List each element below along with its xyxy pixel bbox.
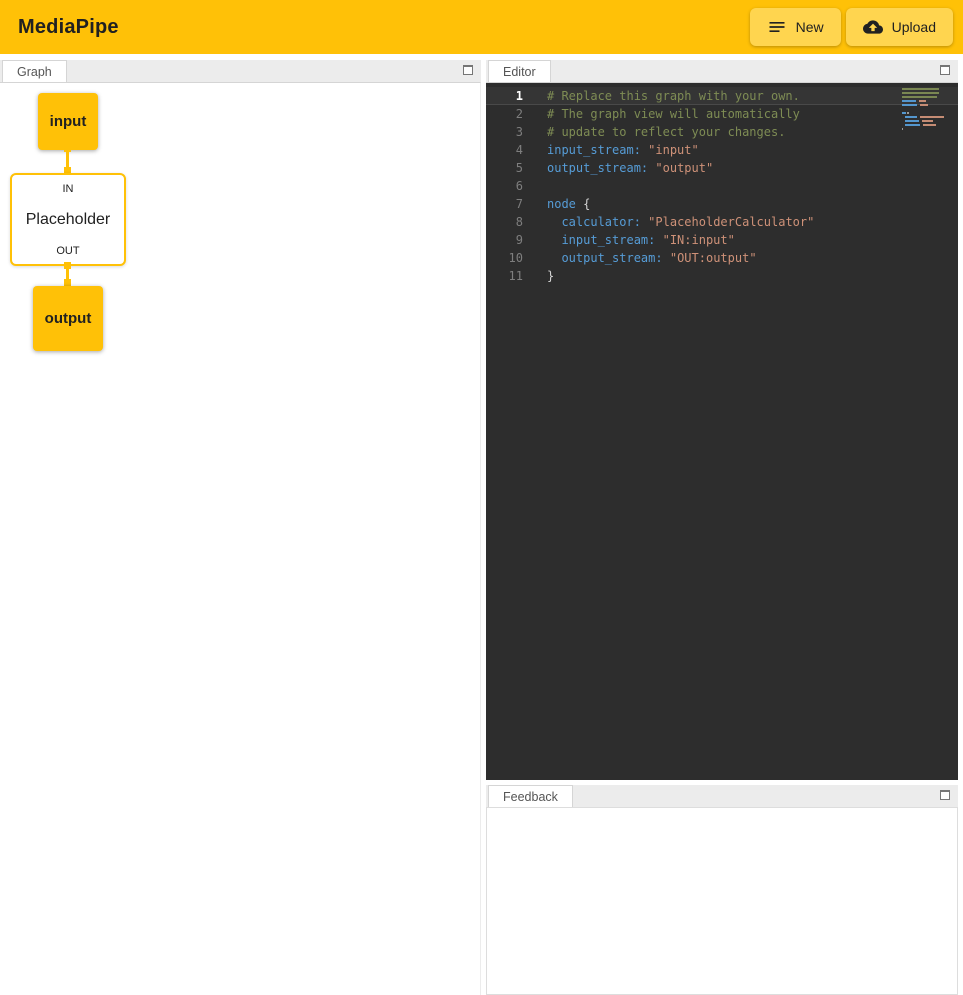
new-button[interactable]: New bbox=[750, 8, 841, 46]
graph-canvas[interactable]: input IN Placeholder OUT output bbox=[0, 82, 481, 995]
feedback-tabbar: Feedback bbox=[486, 785, 958, 807]
graph-tabbar: Graph bbox=[0, 60, 481, 82]
header-buttons: New Upload bbox=[750, 8, 953, 46]
tab-editor[interactable]: Editor bbox=[488, 60, 551, 82]
line-number: 5 bbox=[486, 159, 523, 177]
app-title: MediaPipe bbox=[18, 16, 119, 39]
line-number: 10 bbox=[486, 249, 523, 267]
code-editor[interactable]: 1# Replace this graph with your own.2# T… bbox=[486, 82, 958, 780]
line-number: 9 bbox=[486, 231, 523, 249]
tab-editor-label: Editor bbox=[503, 65, 536, 79]
notes-icon bbox=[767, 17, 787, 37]
line-number: 2 bbox=[486, 105, 523, 123]
feedback-panel: Feedback bbox=[486, 785, 958, 995]
line-number: 3 bbox=[486, 123, 523, 141]
line-number: 6 bbox=[486, 177, 523, 195]
editor-tabbar: Editor bbox=[486, 60, 958, 82]
code-line[interactable]: 6 bbox=[486, 177, 958, 195]
graph-node-output[interactable]: output bbox=[33, 286, 103, 351]
graph-node-placeholder[interactable]: IN Placeholder OUT bbox=[10, 173, 126, 266]
popout-icon[interactable] bbox=[940, 790, 950, 800]
upload-button-label: Upload bbox=[892, 19, 936, 35]
upload-button[interactable]: Upload bbox=[846, 8, 953, 46]
line-number: 8 bbox=[486, 213, 523, 231]
cloud-upload-icon bbox=[863, 17, 883, 37]
tab-graph-label: Graph bbox=[17, 65, 52, 79]
code-line[interactable]: 1# Replace this graph with your own. bbox=[486, 87, 958, 105]
placeholder-node-label: Placeholder bbox=[26, 211, 111, 229]
edge-connector-dot bbox=[64, 279, 71, 286]
tab-feedback-label: Feedback bbox=[503, 790, 558, 804]
code-line[interactable]: 8 calculator: "PlaceholderCalculator" bbox=[486, 213, 958, 231]
popout-icon[interactable] bbox=[463, 65, 473, 75]
graph-panel: Graph input IN Placeholder OUT output bbox=[0, 60, 481, 995]
edge-connector-dot bbox=[64, 145, 71, 152]
line-number: 1 bbox=[486, 87, 523, 105]
new-button-label: New bbox=[796, 19, 824, 35]
line-number: 7 bbox=[486, 195, 523, 213]
tab-graph[interactable]: Graph bbox=[2, 60, 67, 82]
code-line[interactable]: 7node { bbox=[486, 195, 958, 213]
tab-feedback[interactable]: Feedback bbox=[488, 785, 573, 807]
code-lines[interactable]: 1# Replace this graph with your own.2# T… bbox=[486, 83, 958, 780]
editor-panel: Editor 1# Replace this graph with your o… bbox=[486, 60, 958, 780]
output-port-label: OUT bbox=[56, 245, 79, 257]
code-line[interactable]: 2# The graph view will automatically bbox=[486, 105, 958, 123]
code-line[interactable]: 3# update to reflect your changes. bbox=[486, 123, 958, 141]
code-line[interactable]: 9 input_stream: "IN:input" bbox=[486, 231, 958, 249]
editor-minimap[interactable] bbox=[902, 87, 944, 131]
line-number: 4 bbox=[486, 141, 523, 159]
graph-node-input[interactable]: input bbox=[38, 93, 98, 150]
code-line[interactable]: 11} bbox=[486, 267, 958, 285]
popout-icon[interactable] bbox=[940, 65, 950, 75]
input-port-label: IN bbox=[63, 183, 74, 195]
code-line[interactable]: 4input_stream: "input" bbox=[486, 141, 958, 159]
code-line[interactable]: 10 output_stream: "OUT:output" bbox=[486, 249, 958, 267]
app-header: MediaPipe New Upload bbox=[0, 0, 963, 54]
edge-connector-dot bbox=[64, 262, 71, 269]
line-number: 11 bbox=[486, 267, 523, 285]
code-line[interactable]: 5output_stream: "output" bbox=[486, 159, 958, 177]
feedback-output bbox=[486, 807, 958, 995]
